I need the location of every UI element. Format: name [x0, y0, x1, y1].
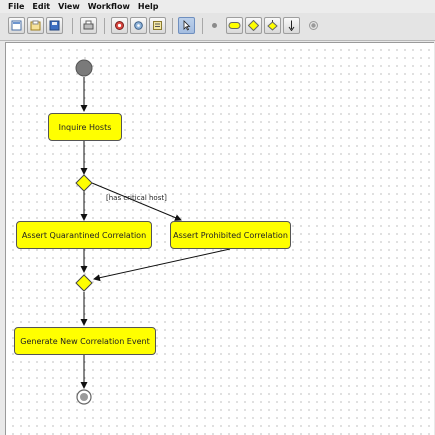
start-node-icon — [212, 23, 217, 28]
activity-assert-prohibited-correlation[interactable]: Assert Prohibited Correlation — [170, 221, 291, 249]
menu-bar: File Edit View Workflow Help — [0, 0, 435, 13]
transition-arrow-button[interactable] — [283, 17, 300, 34]
toolbar-separator — [172, 18, 173, 34]
activity-assert-quarantined-correlation[interactable]: Assert Quarantined Correlation — [16, 221, 152, 249]
save-icon — [49, 20, 60, 31]
end-node-icon — [309, 21, 318, 30]
transition-prohibited-to-merge[interactable] — [93, 248, 231, 282]
menu-edit[interactable]: Edit — [32, 2, 50, 11]
properties-icon — [153, 21, 162, 30]
print-button[interactable] — [80, 17, 97, 34]
settings-icon — [134, 21, 143, 30]
activity-node-icon — [228, 22, 241, 29]
properties-button[interactable] — [149, 17, 166, 34]
menu-help[interactable]: Help — [138, 2, 159, 11]
transition-guard-label: [has critical host] — [106, 194, 167, 202]
activity-label: Assert Quarantined Correlation — [21, 230, 147, 240]
save-button[interactable] — [46, 17, 63, 34]
decision-node-button[interactable] — [245, 17, 262, 34]
activity-label: Inquire Hosts — [58, 122, 112, 132]
menu-file[interactable]: File — [8, 2, 24, 11]
print-icon — [83, 20, 94, 30]
merge-node-icon — [267, 20, 278, 31]
select-pointer-icon — [183, 20, 191, 31]
validate-button[interactable] — [111, 17, 128, 34]
validate-icon — [115, 21, 124, 30]
activity-label: Generate New Correlation Event — [20, 336, 150, 346]
decision-node-icon — [248, 20, 259, 31]
menu-workflow[interactable]: Workflow — [88, 2, 130, 11]
open-icon — [30, 20, 41, 31]
decision-node[interactable] — [75, 174, 93, 192]
activity-generate-new-correlation-event[interactable]: Generate New Correlation Event — [14, 327, 156, 355]
workflow-canvas[interactable]: Inquire Hosts Assert Quarantined Correla… — [5, 42, 434, 435]
merge-node-button[interactable] — [264, 17, 281, 34]
new-workflow-button[interactable] — [8, 17, 25, 34]
toolbar-separator — [104, 18, 105, 34]
toolbar — [0, 13, 435, 41]
end-node-button[interactable] — [305, 17, 322, 34]
toolbar-separator — [72, 18, 73, 34]
toolbar-separator — [202, 18, 203, 34]
settings-button[interactable] — [130, 17, 147, 34]
start-node[interactable] — [75, 59, 93, 77]
open-button[interactable] — [27, 17, 44, 34]
select-pointer-button[interactable] — [178, 17, 195, 34]
start-node-button[interactable] — [206, 17, 223, 34]
activity-inquire-hosts[interactable]: Inquire Hosts — [48, 113, 122, 141]
end-node-core — [80, 393, 88, 401]
merge-node[interactable] — [75, 274, 93, 292]
activity-node-button[interactable] — [226, 17, 243, 34]
menu-view[interactable]: View — [58, 2, 80, 11]
new-workflow-icon — [11, 20, 22, 31]
activity-label: Assert Prohibited Correlation — [173, 230, 288, 240]
transition-arrow-icon — [288, 20, 295, 31]
